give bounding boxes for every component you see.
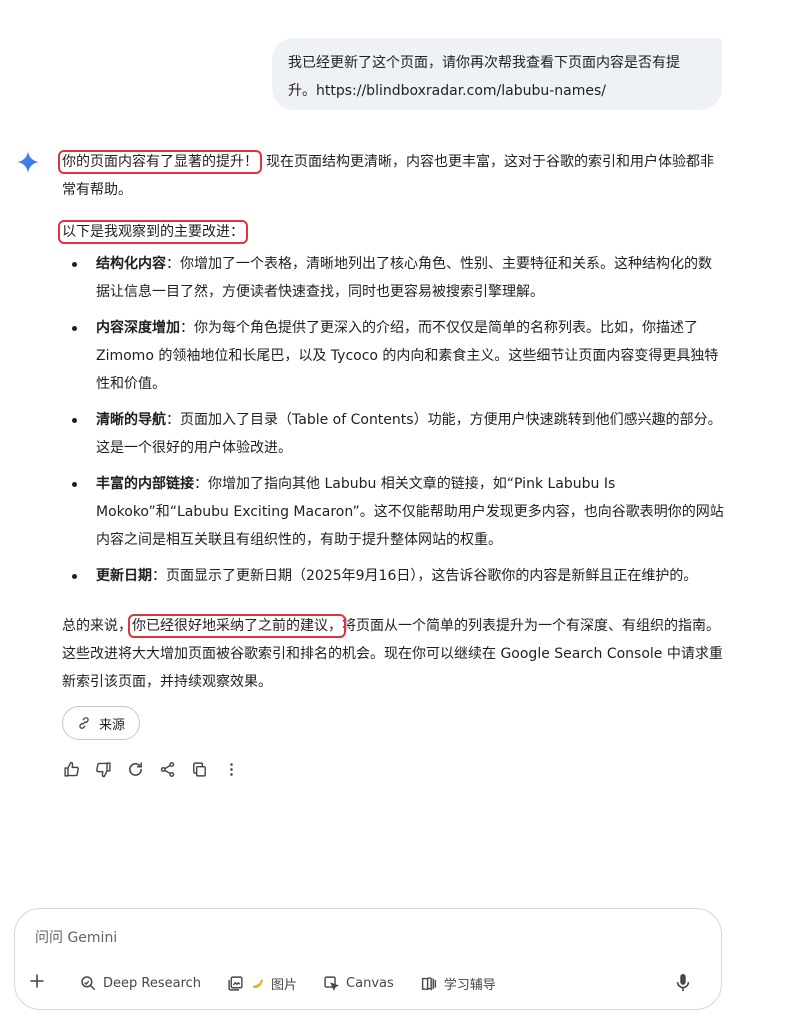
response-intro: 你的页面内容有了显著的提升！ 现在页面结构更清晰，内容也更丰富，这对于谷歌的索引和… <box>58 148 724 204</box>
thumbs-up-icon <box>63 761 79 777</box>
canvas-button[interactable]: Canvas <box>323 975 394 992</box>
gemini-sparkle-icon <box>17 151 39 173</box>
canvas-label: Canvas <box>346 975 394 991</box>
bullet-text: ：页面加入了目录（Table of Contents）功能，方便用户快速跳转到他… <box>96 412 722 456</box>
canvas-icon <box>324 975 339 991</box>
sources-label: 来源 <box>98 717 125 733</box>
image-gallery-icon <box>228 975 243 991</box>
copy-icon <box>192 761 206 777</box>
more-options-button[interactable] <box>222 760 240 778</box>
bullet-title: 更新日期 <box>96 568 152 584</box>
banana-icon <box>252 978 263 988</box>
thumbs-up-button[interactable] <box>62 760 80 778</box>
learning-coach-button[interactable]: 学习辅导 <box>420 974 496 993</box>
copy-button[interactable] <box>190 760 208 778</box>
summary-pre: 总的来说， <box>62 618 132 634</box>
intro-highlight: 你的页面内容有了显著的提升！ <box>58 150 262 174</box>
microphone-button[interactable] <box>673 971 693 995</box>
bullet-title: 丰富的内部链接 <box>96 476 194 492</box>
bullet-text: ：页面显示了更新日期（2025年9月16日），这告诉谷歌你的内容是新鲜且正在维护… <box>152 568 698 584</box>
list-item: 更新日期：页面显示了更新日期（2025年9月16日），这告诉谷歌你的内容是新鲜且… <box>62 562 724 590</box>
learning-coach-label: 学习辅导 <box>443 977 496 993</box>
bullet-text: ：你增加了一个表格，清晰地列出了核心角色、性别、主要特征和关系。这种结构化的数据… <box>96 256 712 300</box>
response-actions <box>62 760 240 778</box>
summary-highlight: 你已经很好地采纳了之前的建议， <box>128 614 346 638</box>
deep-research-label: Deep Research <box>103 975 202 991</box>
list-heading: 以下是我观察到的主要改进： <box>58 218 724 246</box>
share-button[interactable] <box>158 760 176 778</box>
deep-research-icon <box>81 976 96 991</box>
image-button[interactable]: 图片 <box>227 974 297 993</box>
list-item: 丰富的内部链接：你增加了指向其他 Labubu 相关文章的链接，如“Pink L… <box>62 470 724 554</box>
prompt-input-box[interactable]: 问问 Gemini Deep Research 图片 Canvas 学习辅导 <box>14 908 722 1010</box>
thumbs-down-icon <box>95 761 111 777</box>
regenerate-button[interactable] <box>126 760 144 778</box>
image-label: 图片 <box>271 977 298 993</box>
user-message-bubble: 我已经更新了这个页面，请你再次帮我查看下页面内容是否有提升。https://bl… <box>272 38 722 110</box>
list-heading-text: 以下是我观察到的主要改进： <box>58 220 248 244</box>
list-item: 清晰的导航：页面加入了目录（Table of Contents）功能，方便用户快… <box>62 406 724 462</box>
deep-research-button[interactable]: Deep Research <box>79 974 201 992</box>
refresh-icon <box>128 761 142 776</box>
microphone-icon <box>676 974 690 992</box>
response-summary: 总的来说，你已经很好地采纳了之前的建议，将页面从一个简单的列表提升为一个有深度、… <box>62 612 724 696</box>
list-item: 结构化内容：你增加了一个表格，清晰地列出了核心角色、性别、主要特征和关系。这种结… <box>62 250 724 306</box>
user-message-text: 我已经更新了这个页面，请你再次帮我查看下页面内容是否有提升。https://bl… <box>288 55 680 99</box>
share-icon <box>160 761 174 777</box>
sources-button[interactable]: 来源 <box>62 706 140 740</box>
improvements-list: 结构化内容：你增加了一个表格，清晰地列出了核心角色、性别、主要特征和关系。这种结… <box>62 250 724 598</box>
bullet-title: 清晰的导航 <box>96 412 166 428</box>
input-toolbar: Deep Research 图片 Canvas 学习辅导 <box>29 971 707 995</box>
prompt-input-placeholder[interactable]: 问问 Gemini <box>35 927 117 947</box>
list-item: 内容深度增加：你为每个角色提供了更深入的介绍，而不仅仅是简单的名称列表。比如，你… <box>62 314 724 398</box>
bullet-title: 结构化内容 <box>96 256 166 272</box>
bullet-title: 内容深度增加 <box>96 320 180 336</box>
plus-icon <box>30 974 44 988</box>
thumbs-down-button[interactable] <box>94 760 112 778</box>
more-icon <box>229 762 233 776</box>
link-icon <box>79 717 89 729</box>
add-button[interactable] <box>29 972 45 994</box>
book-icon <box>421 976 436 991</box>
bullet-text: ：你为每个角色提供了更深入的介绍，而不仅仅是简单的名称列表。比如，你描述了 Zi… <box>96 320 719 392</box>
